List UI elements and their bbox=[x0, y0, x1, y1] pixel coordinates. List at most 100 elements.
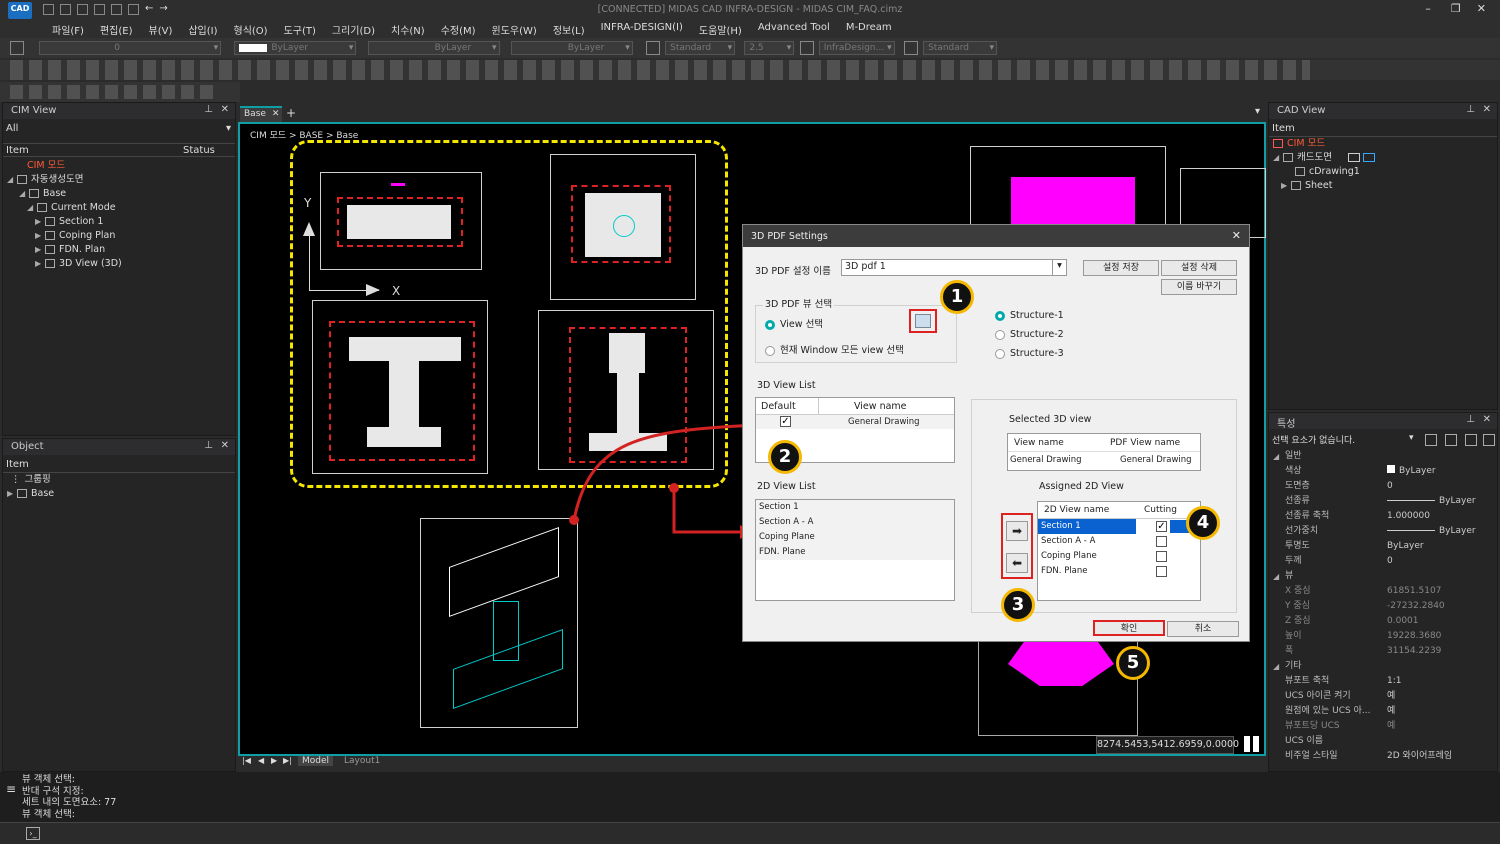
settings-icon[interactable] bbox=[1483, 434, 1495, 446]
selection-combo[interactable]: 선택 요소가 없습니다. ▾ bbox=[1269, 433, 1497, 449]
column-cutting[interactable]: Cutting bbox=[1144, 505, 1177, 515]
tree-cdrawing1[interactable]: cDrawing1 bbox=[1269, 165, 1497, 179]
settings-name-combo[interactable]: 3D pdf 1 ▾ bbox=[841, 259, 1067, 276]
assign-left-button[interactable]: ⬅ bbox=[1006, 553, 1028, 573]
column-2d-view-name[interactable]: 2D View name bbox=[1044, 505, 1109, 515]
assigned-2d-view-table[interactable]: 2D View name Cutting Section 1 ✓ Section … bbox=[1037, 501, 1201, 601]
prop-row[interactable]: 선종류 축척 1.000000 bbox=[1269, 509, 1497, 524]
section-general[interactable]: ◢ 일반 bbox=[1269, 449, 1497, 464]
prop-row[interactable]: 투명도 ByLayer bbox=[1269, 539, 1497, 554]
column-view-name[interactable]: View name bbox=[1014, 438, 1064, 448]
close-icon[interactable]: ✕ bbox=[1483, 414, 1491, 425]
prop-row[interactable]: 뷰포트당 UCS 예 bbox=[1269, 719, 1497, 734]
prop-row[interactable]: 뷰포트 축척 1:1 bbox=[1269, 674, 1497, 689]
structure-radio-3[interactable]: Structure-3 bbox=[995, 348, 1064, 359]
prev-layout-icon[interactable]: ◀ bbox=[258, 756, 264, 765]
default-checkbox[interactable]: ✓ bbox=[780, 416, 791, 427]
prop-value: -27232.2840 bbox=[1387, 601, 1445, 611]
close-icon[interactable]: ✕ bbox=[1232, 229, 1241, 242]
prop-row[interactable]: X 중심 61851.5107 bbox=[1269, 584, 1497, 599]
expanded-icon[interactable]: ◢ bbox=[1273, 151, 1283, 165]
assigned-row[interactable]: Section A - A bbox=[1038, 534, 1200, 549]
prop-row[interactable]: 색상 ByLayer bbox=[1269, 464, 1497, 479]
assigned-row[interactable]: FDN. Plane bbox=[1038, 564, 1200, 579]
cutting-checkbox[interactable] bbox=[1156, 536, 1167, 547]
prop-row[interactable]: 비주얼 스타일 2D 와이어프레임 bbox=[1269, 749, 1497, 764]
prop-key: 원점에 있는 UCS 아... bbox=[1285, 706, 1371, 716]
quick-select-icon[interactable] bbox=[1425, 434, 1437, 446]
prop-row[interactable]: 높이 19228.3680 bbox=[1269, 629, 1497, 644]
structure-radio-2-dot bbox=[995, 329, 1005, 340]
section-view[interactable]: ◢ 뷰 bbox=[1269, 569, 1497, 584]
expanded-icon: ◢ bbox=[1273, 572, 1280, 581]
tree-cad-cim-mode[interactable]: CIM 모드 bbox=[1269, 137, 1497, 151]
tab-model[interactable]: Model bbox=[298, 756, 334, 766]
view-toggle-icon[interactable] bbox=[1362, 153, 1375, 162]
assigned-2d-view-title: Assigned 2D View bbox=[1039, 481, 1124, 492]
prop-row[interactable]: Z 중심 0.0001 bbox=[1269, 614, 1497, 629]
command-menu-icon[interactable]: ≡ bbox=[6, 782, 16, 796]
column-view-name[interactable]: View name bbox=[854, 401, 907, 412]
tab-layout1[interactable]: Layout1 bbox=[344, 756, 380, 766]
first-layout-icon[interactable]: |◀ bbox=[242, 756, 251, 765]
selected-row[interactable]: General Drawing General Drawing bbox=[1008, 452, 1200, 468]
command-input-bar[interactable]: ›_ bbox=[0, 822, 1500, 844]
tree-sheet[interactable]: ▶ Sheet bbox=[1269, 179, 1497, 193]
next-layout-icon[interactable]: ▶ bbox=[271, 756, 277, 765]
selected-3d-view-table[interactable]: View name PDF View name General Drawing … bbox=[1007, 433, 1201, 471]
section-label: 일반 bbox=[1285, 451, 1302, 461]
column-item[interactable]: Item bbox=[1272, 123, 1295, 134]
list-item[interactable]: Section A - A bbox=[756, 515, 954, 530]
collapsed-icon[interactable]: ▶ bbox=[1281, 179, 1291, 193]
pick-view-button[interactable] bbox=[909, 309, 937, 333]
section-other[interactable]: ◢ 기타 bbox=[1269, 659, 1497, 674]
prop-row[interactable]: 두께 0 bbox=[1269, 554, 1497, 569]
cutting-checkbox[interactable] bbox=[1156, 551, 1167, 562]
prop-value: 예 bbox=[1387, 691, 1396, 701]
prop-row[interactable]: 선가중치 ByLayer bbox=[1269, 524, 1497, 539]
structure-radio-1[interactable]: Structure-1 bbox=[995, 310, 1064, 321]
list-item[interactable]: Section 1 bbox=[756, 500, 954, 515]
arrow-origin bbox=[669, 483, 679, 493]
cad-view-title: CAD View bbox=[1277, 105, 1326, 116]
prop-row[interactable]: 도면층 0 bbox=[1269, 479, 1497, 494]
prop-row[interactable]: 폭 31154.2239 bbox=[1269, 644, 1497, 659]
list-item[interactable]: Coping Plane bbox=[756, 530, 954, 545]
prop-value: 예 bbox=[1387, 721, 1396, 731]
prop-row[interactable]: 선종류 ByLayer bbox=[1269, 494, 1497, 509]
radio-view-select[interactable]: View 선택 bbox=[765, 316, 823, 330]
pick-cursor-icon bbox=[915, 314, 931, 328]
cancel-button[interactable]: 취소 bbox=[1167, 621, 1239, 637]
delete-settings-button[interactable]: 설정 삭제 bbox=[1161, 260, 1237, 276]
select-objects-icon[interactable] bbox=[1445, 434, 1457, 446]
pickadd-icon[interactable] bbox=[1465, 434, 1477, 446]
prop-row[interactable]: UCS 아이콘 켜기 예 bbox=[1269, 689, 1497, 704]
pin-icon[interactable]: ⊥ bbox=[1466, 414, 1475, 425]
structure-radio-1-dot bbox=[995, 310, 1005, 321]
3d-view-row[interactable]: ✓ General Drawing bbox=[756, 415, 954, 429]
pin-icon[interactable]: ⊥ bbox=[1466, 104, 1475, 115]
ok-button[interactable]: 확인 bbox=[1093, 620, 1165, 636]
list-item[interactable]: FDN. Plane bbox=[756, 545, 954, 560]
prop-key: 선종류 bbox=[1285, 496, 1310, 506]
prop-value: ByLayer bbox=[1387, 464, 1436, 479]
structure-radio-2[interactable]: Structure-2 bbox=[995, 329, 1064, 340]
2d-view-list[interactable]: Section 1 Section A - A Coping Plane FDN… bbox=[755, 499, 955, 601]
prop-row[interactable]: UCS 이름 bbox=[1269, 734, 1497, 749]
prop-row[interactable]: 원점에 있는 UCS 아... 예 bbox=[1269, 704, 1497, 719]
cutting-checkbox[interactable] bbox=[1156, 566, 1167, 577]
last-layout-icon[interactable]: ▶| bbox=[283, 756, 292, 765]
assign-right-button[interactable]: ➡ bbox=[1006, 521, 1028, 541]
assigned-row[interactable]: Coping Plane bbox=[1038, 549, 1200, 564]
view-toggle-icon[interactable] bbox=[1347, 153, 1360, 162]
rename-button[interactable]: 이름 바꾸기 bbox=[1161, 279, 1237, 295]
cutting-checkbox[interactable]: ✓ bbox=[1156, 521, 1167, 532]
radio-all-views[interactable]: 현재 Window 모든 view 선택 bbox=[765, 342, 904, 356]
tree-cad-drawings[interactable]: ◢ 캐드도면 bbox=[1269, 151, 1497, 165]
assigned-row[interactable]: Section 1 ✓ bbox=[1038, 519, 1200, 534]
column-default[interactable]: Default bbox=[761, 401, 796, 412]
prop-row[interactable]: Y 중심 -27232.2840 bbox=[1269, 599, 1497, 614]
save-settings-button[interactable]: 설정 저장 bbox=[1083, 260, 1159, 276]
column-pdf-view-name[interactable]: PDF View name bbox=[1110, 438, 1180, 448]
close-icon[interactable]: ✕ bbox=[1483, 104, 1491, 115]
